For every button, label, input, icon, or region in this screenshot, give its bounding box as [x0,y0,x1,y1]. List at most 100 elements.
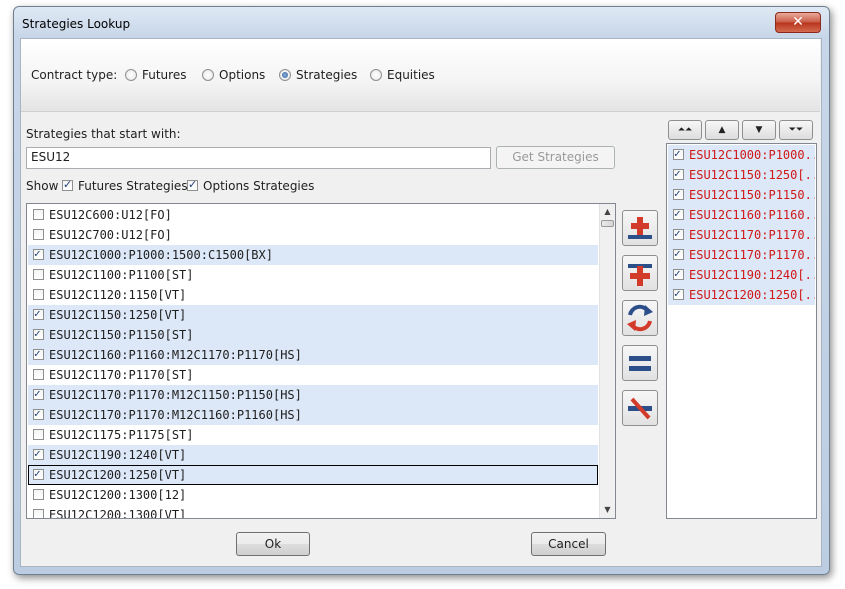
selected-strategy-checkbox[interactable] [673,227,684,240]
strategy-checkbox[interactable] [33,467,44,480]
add-all-button[interactable] [622,210,658,246]
selected-strategy-row[interactable]: ESU12C1150:P1150... [668,185,815,205]
strategy-checkbox[interactable] [33,327,44,340]
options-strategies-checkbox[interactable] [187,178,198,191]
strategy-row[interactable]: ESU12C1190:1240[VT] [28,445,598,465]
strategy-row[interactable]: ESU12C1170:P1170[ST] [28,365,598,385]
strategy-row[interactable]: ESU12C1150:P1150[ST] [28,325,598,345]
move-up-button[interactable]: ▲ [705,120,739,140]
add-icon [628,264,652,286]
strategy-label: ESU12C1100:P1100[ST] [49,268,194,282]
strategy-label: ESU12C1120:1150[VT] [49,288,187,302]
selected-strategy-row[interactable]: ESU12C1160:P1160... [668,205,815,225]
scroll-down-arrow-icon[interactable]: ▼ [600,502,615,517]
strategy-label: ESU12C1175:P1175[ST] [49,428,194,442]
strategy-label: ESU12C1160:P1160:M12C1170:P1170[HS] [49,348,302,362]
selected-strategy-checkbox[interactable] [673,187,684,200]
double-chevron-down-icon: ⏷⏷ [788,125,804,135]
strategy-row[interactable]: ESU12C1200:1300[12] [28,485,598,505]
search-input[interactable]: ESU12 [26,147,491,169]
strategies-list-scrollbar[interactable]: ▲ ▼ [599,204,615,518]
selected-strategy-label: ESU12C1000:P1000... [689,148,815,162]
radio-equities[interactable] [370,69,382,81]
selected-strategy-row[interactable]: ESU12C1150:1250[... [668,165,815,185]
radio-options-label[interactable]: Options [219,68,265,82]
strategy-checkbox[interactable] [33,289,44,300]
selected-strategy-label: ESU12C1150:1250[... [689,168,815,182]
strategy-row[interactable]: ESU12C1200:1300[VT] [28,505,598,518]
strategy-checkbox[interactable] [33,247,44,260]
selected-strategy-checkbox[interactable] [673,207,684,220]
radio-options[interactable] [202,69,214,81]
strategy-label: ESU12C1000:P1000:1500:C1500[BX] [49,248,273,262]
strategies-list[interactable]: ▲ ▼ ESU12C600:U12[FO] ESU12C700:U12[FO] ES… [26,203,616,519]
strategy-row[interactable]: ESU12C700:U12[FO] [28,225,598,245]
strategy-row[interactable]: ESU12C1000:P1000:1500:C1500[BX] [28,245,598,265]
radio-strategies-label[interactable]: Strategies [296,68,357,82]
selected-strategy-row[interactable]: ESU12C1190:1240[... [668,265,815,285]
selected-strategy-checkbox[interactable] [673,287,684,300]
get-strategies-button[interactable]: Get Strategies [496,146,615,169]
futures-strategies-label[interactable]: Futures Strategies [78,179,188,193]
strategy-row[interactable]: ESU12C1175:P1175[ST] [28,425,598,445]
strategy-checkbox[interactable] [33,429,44,440]
strategy-checkbox[interactable] [33,447,44,460]
strategy-row[interactable]: ESU12C1170:P1170:M12C1160:P1160[HS] [28,405,598,425]
strategy-checkbox[interactable] [33,387,44,400]
ok-button[interactable]: Ok [236,532,310,556]
strategy-checkbox[interactable] [33,509,44,518]
selected-strategy-checkbox[interactable] [673,267,684,280]
add-selected-button[interactable] [622,255,658,291]
strategy-row[interactable]: ESU12C1100:P1100[ST] [28,265,598,285]
selected-strategy-checkbox[interactable] [673,147,684,160]
selected-strategy-row[interactable]: ESU12C1200:1250[... [668,285,815,305]
strategy-checkbox[interactable] [33,347,44,360]
selected-strategy-row[interactable]: ESU12C1170:P1170... [668,225,815,245]
strategy-label: ESU12C1170:P1170:M12C1160:P1160[HS] [49,408,302,422]
close-button[interactable]: ✕ [775,12,821,33]
cancel-button[interactable]: Cancel [531,532,606,556]
swap-button[interactable] [622,300,658,336]
selected-strategy-label: ESU12C1200:1250[... [689,288,815,302]
radio-futures[interactable] [125,69,137,81]
strategy-label: ESU12C600:U12[FO] [49,208,172,222]
selected-strategy-row[interactable]: ESU12C1170:P1170... [668,245,815,265]
strategy-row[interactable]: ESU12C1150:1250[VT] [28,305,598,325]
strategy-checkbox[interactable] [33,307,44,320]
search-label: Strategies that start with: [26,127,181,141]
strategy-checkbox[interactable] [33,229,44,240]
scroll-thumb[interactable] [601,220,614,227]
double-chevron-up-icon: ⏶⏶ [677,125,693,135]
strategy-label: ESU12C1150:1250[VT] [49,308,187,322]
move-bottom-button[interactable]: ⏷⏷ [779,120,813,140]
radio-strategies[interactable] [279,69,291,81]
strategy-checkbox[interactable] [33,269,44,280]
selected-strategy-checkbox[interactable] [673,167,684,180]
selected-strategy-checkbox[interactable] [673,247,684,260]
strategy-checkbox[interactable] [33,369,44,380]
strategy-row[interactable]: ESU12C600:U12[FO] [28,205,598,225]
selected-strategies-list[interactable]: ESU12C1000:P1000... ESU12C1150:1250[... ES… [666,143,817,519]
strategy-row[interactable]: ESU12C1200:1250[VT] [28,465,598,485]
remove-selected-button[interactable] [622,390,658,426]
strategy-label: ESU12C1170:P1170[ST] [49,368,194,382]
strategy-checkbox[interactable] [33,489,44,500]
radio-futures-label[interactable]: Futures [142,68,186,82]
strategy-row[interactable]: ESU12C1170:P1170:M12C1150:P1150[HS] [28,385,598,405]
contract-type-label: Contract type: [31,68,118,82]
options-strategies-label[interactable]: Options Strategies [203,179,314,193]
scroll-up-arrow-icon[interactable]: ▲ [600,204,615,219]
radio-equities-label[interactable]: Equities [387,68,435,82]
move-down-button[interactable]: ▼ [742,120,776,140]
move-top-button[interactable]: ⏶⏶ [668,120,702,140]
strategy-checkbox[interactable] [33,407,44,420]
strategy-checkbox[interactable] [33,209,44,220]
equals-icon [629,356,651,371]
futures-strategies-checkbox[interactable] [62,178,73,191]
remove-all-button[interactable] [622,345,658,381]
strategy-label: ESU12C1200:1250[VT] [49,468,187,482]
strategy-label: ESU12C700:U12[FO] [49,228,172,242]
strategy-row[interactable]: ESU12C1120:1150[VT] [28,285,598,305]
strategy-row[interactable]: ESU12C1160:P1160:M12C1170:P1170[HS] [28,345,598,365]
selected-strategy-row[interactable]: ESU12C1000:P1000... [668,145,815,165]
